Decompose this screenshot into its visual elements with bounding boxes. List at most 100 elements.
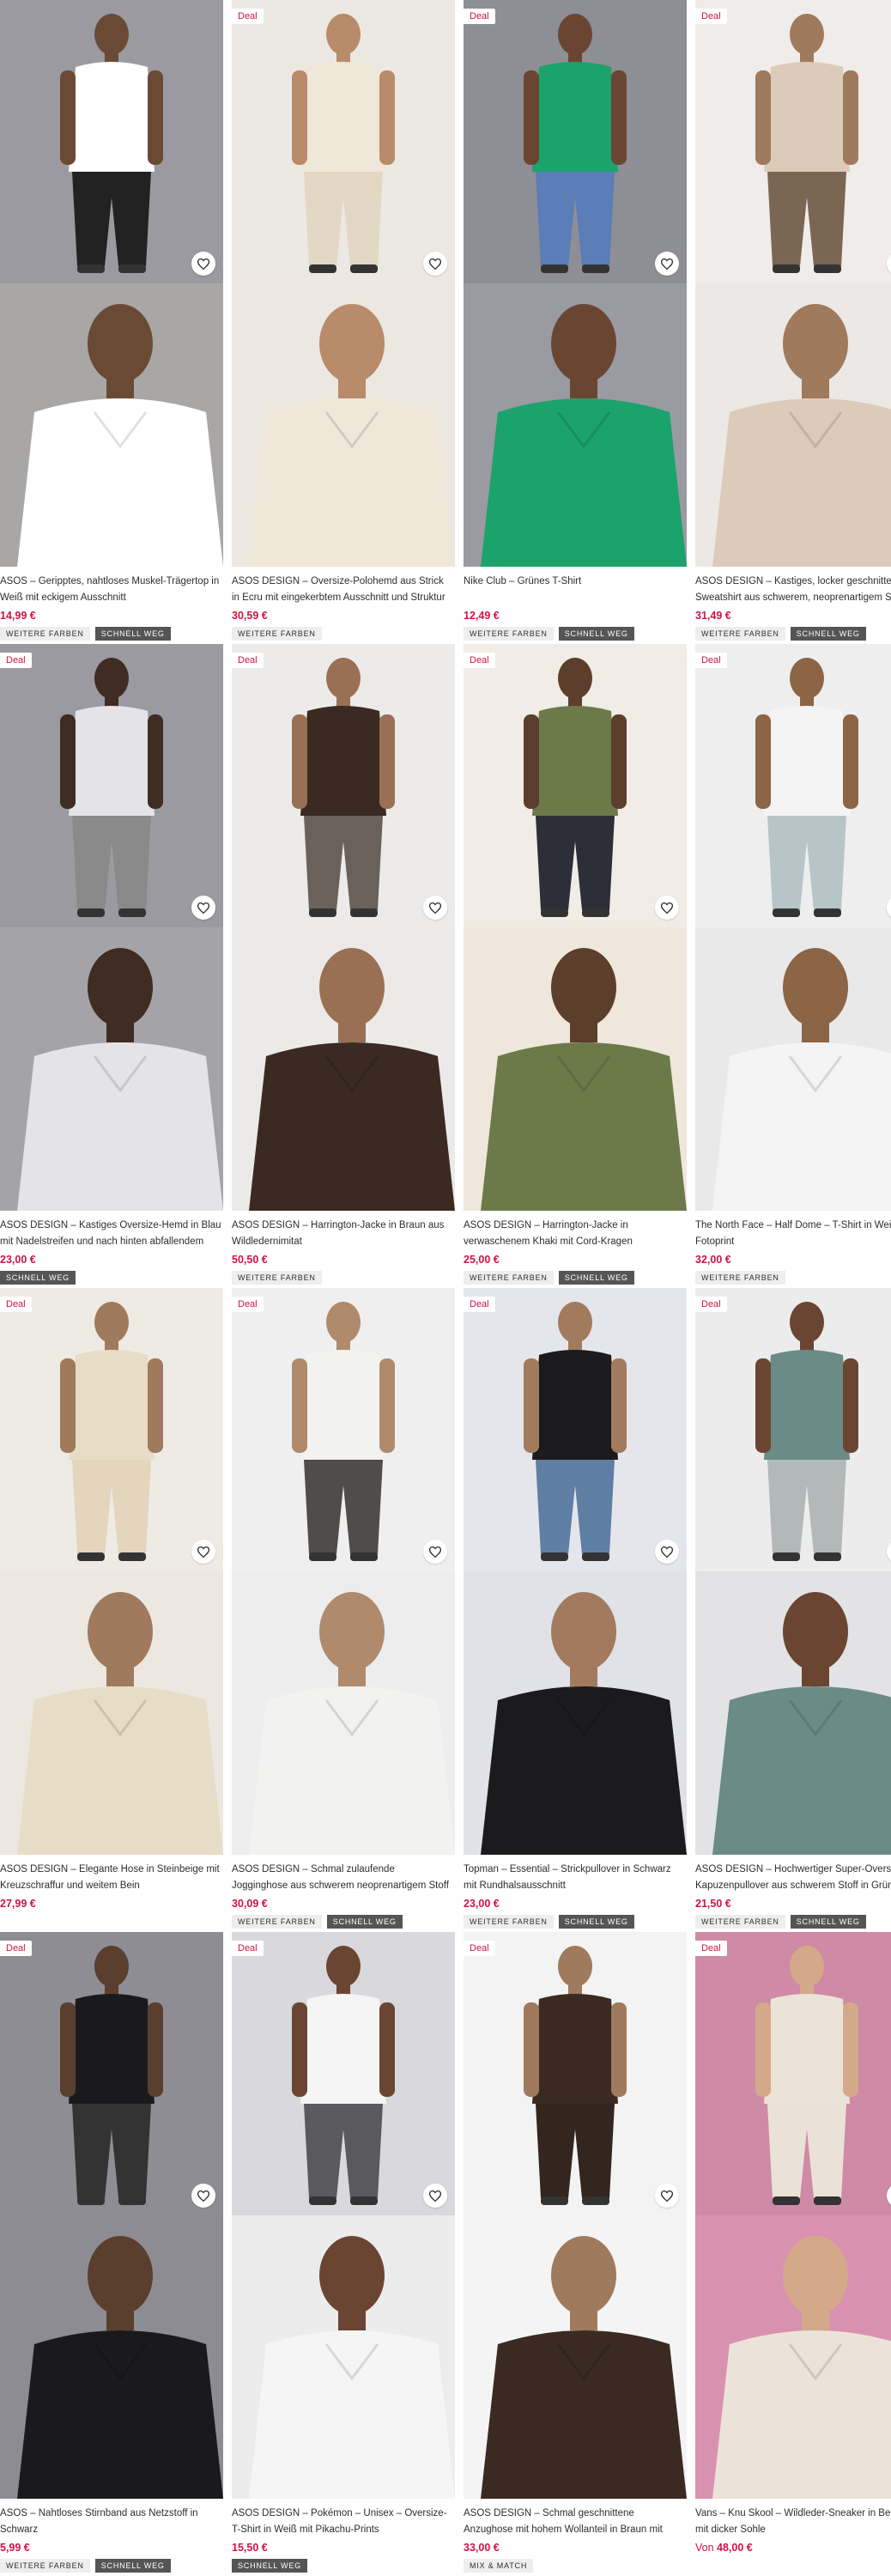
product-image[interactable]: Deal	[695, 0, 891, 567]
product-image[interactable]: Deal	[0, 644, 223, 1211]
product-image-primary[interactable]	[0, 1932, 223, 2215]
product-image[interactable]	[0, 0, 223, 567]
save-for-later-button[interactable]	[423, 252, 447, 276]
product-price: 12,49 €	[464, 610, 500, 622]
product-card[interactable]: Deal ASOS – Nahtloses Stirnband aus Netzs…	[0, 1932, 223, 2576]
product-title[interactable]: ASOS DESIGN – Oversize-Polohemd aus Stri…	[232, 574, 453, 606]
product-card[interactable]: Deal ASOS DESIGN – Pokémon – Unisex – Ove…	[232, 1932, 455, 2576]
save-for-later-button[interactable]	[423, 1540, 447, 1564]
product-image-secondary[interactable]	[464, 1571, 687, 1855]
product-image-secondary[interactable]	[0, 2215, 223, 2499]
product-image-primary[interactable]	[695, 1288, 891, 1571]
product-image-primary[interactable]	[232, 644, 455, 927]
product-image[interactable]: Deal	[0, 1288, 223, 1855]
product-image-secondary[interactable]	[0, 283, 223, 567]
price-value: 48,00 €	[717, 2542, 753, 2554]
product-image-primary[interactable]	[695, 644, 891, 927]
product-image[interactable]: Deal	[695, 644, 891, 1211]
save-for-later-button[interactable]	[191, 252, 215, 276]
product-title[interactable]: ASOS DESIGN – Hochwertiger Super-Oversiz…	[695, 1862, 891, 1894]
product-image-secondary[interactable]	[0, 1571, 223, 1855]
selling-fast-badge: Schnell weg	[790, 627, 866, 641]
product-title[interactable]: ASOS – Nahtloses Stirnband aus Netzstoff…	[0, 2506, 221, 2538]
product-title[interactable]: ASOS DESIGN – Harrington-Jacke in Braun …	[232, 1218, 453, 1250]
product-image-secondary[interactable]	[464, 283, 687, 567]
product-card[interactable]: Deal ASOS DESIGN – Hochwertiger Super-Ove…	[695, 1288, 891, 1932]
save-for-later-button[interactable]	[423, 896, 447, 920]
product-image[interactable]: Deal	[0, 1932, 223, 2499]
product-card[interactable]: Deal The North Face – Half Dome – T-Shirt…	[695, 644, 891, 1288]
product-image-secondary[interactable]	[695, 927, 891, 1211]
product-image[interactable]: Deal	[232, 0, 455, 567]
save-for-later-button[interactable]	[655, 1540, 679, 1564]
product-image[interactable]: Deal	[232, 1932, 455, 2499]
product-image-primary[interactable]	[232, 1288, 455, 1571]
product-image-primary[interactable]	[695, 1932, 891, 2215]
product-title[interactable]: ASOS DESIGN – Pokémon – Unisex – Oversiz…	[232, 2506, 453, 2538]
product-image-primary[interactable]	[232, 1932, 455, 2215]
save-for-later-button[interactable]	[423, 2184, 447, 2208]
product-image-secondary[interactable]	[695, 2215, 891, 2499]
product-image-secondary[interactable]	[695, 1571, 891, 1855]
save-for-later-button[interactable]	[191, 896, 215, 920]
product-image-secondary[interactable]	[232, 283, 455, 567]
product-image-secondary[interactable]	[695, 283, 891, 567]
save-for-later-button[interactable]	[191, 1540, 215, 1564]
product-card[interactable]: ASOS – Geripptes, nahtloses Muskel-Träge…	[0, 0, 223, 644]
product-title[interactable]: ASOS DESIGN – Kastiges, locker geschnitt…	[695, 574, 891, 606]
product-image-primary[interactable]	[0, 0, 223, 283]
save-for-later-button[interactable]	[655, 2184, 679, 2208]
product-title[interactable]: Topman – Essential – Strickpullover in S…	[464, 1862, 685, 1894]
product-card[interactable]: Deal ASOS DESIGN – Schmal geschnittene An…	[464, 1932, 687, 2576]
product-card[interactable]: Deal ASOS DESIGN – Schmal zulaufende Jogg…	[232, 1288, 455, 1932]
product-card[interactable]: Deal ASOS DESIGN – Harrington-Jacke in Br…	[232, 644, 455, 1288]
product-image-primary[interactable]	[464, 1932, 687, 2215]
save-for-later-button[interactable]	[655, 252, 679, 276]
product-image-primary[interactable]	[464, 644, 687, 927]
product-card[interactable]: Deal ASOS DESIGN – Kastiges Oversize-Hemd…	[0, 644, 223, 1288]
product-image-secondary[interactable]	[464, 927, 687, 1211]
price-value: 23,00 €	[0, 1254, 36, 1266]
product-title[interactable]: ASOS DESIGN – Schmal zulaufende Joggingh…	[232, 1862, 453, 1894]
product-title[interactable]: ASOS – Geripptes, nahtloses Muskel-Träge…	[0, 574, 221, 606]
product-image-primary[interactable]	[232, 0, 455, 283]
product-image[interactable]: Deal	[464, 0, 687, 567]
product-title[interactable]: ASOS DESIGN – Elegante Hose in Steinbeig…	[0, 1862, 221, 1894]
product-title[interactable]: ASOS DESIGN – Schmal geschnittene Anzugh…	[464, 2506, 685, 2538]
product-image-secondary[interactable]	[232, 927, 455, 1211]
product-card[interactable]: Deal ASOS DESIGN – Kastiges, locker gesch…	[695, 0, 891, 644]
product-image[interactable]: Deal	[464, 644, 687, 1211]
save-for-later-button[interactable]	[191, 2184, 215, 2208]
product-title[interactable]: The North Face – Half Dome – T-Shirt in …	[695, 1218, 891, 1250]
product-card[interactable]: Deal Topman – Essential – Strickpullover …	[464, 1288, 687, 1932]
more-colors-badge: Weitere Farben	[464, 1915, 554, 1929]
product-image[interactable]: Deal	[464, 1288, 687, 1855]
product-card[interactable]: Deal Vans – Knu Skool – Wildleder-Sneaker…	[695, 1932, 891, 2576]
product-image-primary[interactable]	[464, 1288, 687, 1571]
product-image-secondary[interactable]	[232, 1571, 455, 1855]
product-image[interactable]: Deal	[464, 1932, 687, 2499]
product-photo	[232, 1571, 455, 1855]
product-image-primary[interactable]	[0, 1288, 223, 1571]
save-for-later-button[interactable]	[655, 896, 679, 920]
product-card[interactable]: Deal ASOS DESIGN – Oversize-Polohemd aus …	[232, 0, 455, 644]
product-image[interactable]: Deal	[232, 1288, 455, 1855]
product-image[interactable]: Deal	[695, 1932, 891, 2499]
product-image-secondary[interactable]	[464, 2215, 687, 2499]
product-title[interactable]: ASOS DESIGN – Harrington-Jacke in verwas…	[464, 1218, 685, 1250]
product-title[interactable]: ASOS DESIGN – Kastiges Oversize-Hemd in …	[0, 1218, 221, 1250]
product-image-primary[interactable]	[0, 644, 223, 927]
product-image-secondary[interactable]	[0, 927, 223, 1211]
product-image-primary[interactable]	[464, 0, 687, 283]
product-card[interactable]: Deal ASOS DESIGN – Harrington-Jacke in ve…	[464, 644, 687, 1288]
product-photo	[232, 644, 455, 927]
product-title[interactable]: Vans – Knu Skool – Wildleder-Sneaker in …	[695, 2506, 891, 2538]
price-value: 50,50 €	[232, 1254, 268, 1266]
product-image[interactable]: Deal	[695, 1288, 891, 1855]
product-card[interactable]: Deal Nike Club – Grünes T-Shirt 12,49 € Wei…	[464, 0, 687, 644]
product-image[interactable]: Deal	[232, 644, 455, 1211]
product-image-primary[interactable]	[695, 0, 891, 283]
product-image-secondary[interactable]	[232, 2215, 455, 2499]
product-card[interactable]: Deal ASOS DESIGN – Elegante Hose in Stein…	[0, 1288, 223, 1932]
product-title[interactable]: Nike Club – Grünes T-Shirt	[464, 574, 685, 606]
